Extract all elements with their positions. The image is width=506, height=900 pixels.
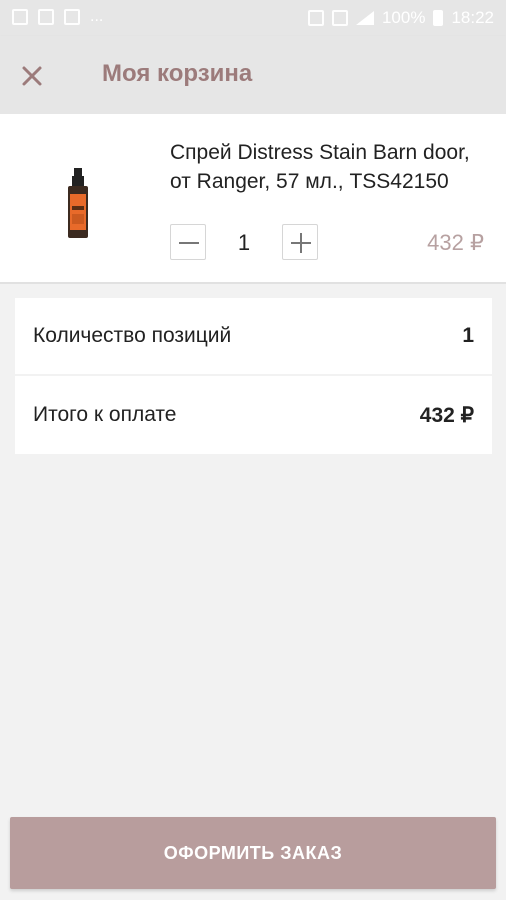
- close-icon: [22, 66, 42, 86]
- positions-label: Количество позиций: [33, 324, 232, 347]
- notification-icon: [12, 9, 28, 25]
- battery-percent: 100%: [381, 8, 426, 27]
- status-right: 100% 18:22: [307, 8, 494, 28]
- list-icon: [64, 9, 80, 25]
- summary-row-total: Итого к оплате 432 ₽: [15, 376, 492, 454]
- app-bar: Моя корзина: [0, 36, 506, 114]
- status-more: ...: [90, 8, 104, 25]
- clock: 18:22: [451, 8, 494, 27]
- close-button[interactable]: [12, 56, 52, 96]
- signal-icon: [355, 11, 374, 25]
- summary-row-positions: Количество позиций 1: [15, 298, 492, 376]
- total-label: Итого к оплате: [33, 403, 177, 426]
- product-title[interactable]: Спрей Distress Stain Barn door, от Range…: [170, 138, 490, 196]
- status-bar: ... 100% 18:22: [0, 0, 506, 36]
- wifi-icon: [331, 10, 348, 26]
- quantity-value: 1: [237, 230, 251, 255]
- quantity-increase-button[interactable]: [282, 224, 318, 260]
- status-left: ...: [12, 8, 103, 26]
- mute-icon: [307, 10, 324, 26]
- positions-value: 1: [462, 324, 474, 347]
- checkout-button[interactable]: ОФОРМИТЬ ЗАКАЗ: [10, 817, 496, 889]
- cart-item: Спрей Distress Stain Barn door, от Range…: [0, 114, 506, 284]
- product-image[interactable]: [58, 166, 98, 246]
- page-title: Моя корзина: [102, 60, 253, 87]
- battery-icon: [433, 10, 444, 26]
- quantity-decrease-button[interactable]: [170, 224, 206, 260]
- app-notification-icon: [38, 9, 54, 25]
- total-value: 432 ₽: [419, 403, 474, 427]
- order-summary: Количество позиций 1 Итого к оплате 432 …: [15, 298, 492, 454]
- item-price: 432 ₽: [427, 230, 484, 255]
